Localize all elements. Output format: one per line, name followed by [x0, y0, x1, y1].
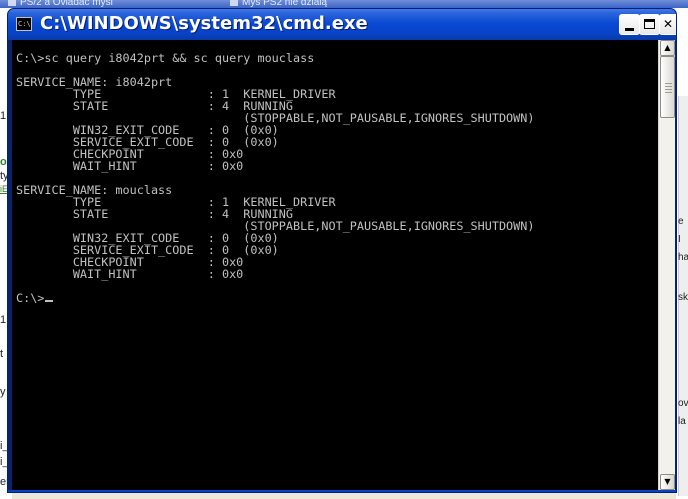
background-text-fragment: ov — [678, 398, 688, 409]
page-icon — [230, 0, 238, 7]
console-line: C:\>sc query i8042prt && sc query moucla… — [16, 51, 315, 65]
background-tab-label: Myš PS2 nie dzialą — [242, 0, 328, 8]
window-title: C:\WINDOWS\system32\cmd.exe — [40, 13, 368, 34]
background-text-fragment: 1 — [0, 314, 7, 326]
background-text-fragment: y — [0, 386, 6, 398]
background-text-fragment: la — [678, 416, 686, 427]
background-text-fragment: I — [678, 234, 681, 245]
close-icon: ✕ — [662, 17, 674, 31]
vertical-scrollbar[interactable]: ▲ ▼ — [658, 40, 675, 490]
text-cursor — [45, 300, 54, 302]
grip-line — [665, 86, 672, 87]
background-tab[interactable]: Myš PS2 nie dzialą — [230, 0, 327, 8]
scroll-thumb[interactable] — [660, 56, 675, 118]
scroll-up-button[interactable]: ▲ — [660, 40, 675, 56]
console-line: WAIT_HINT : 0x0 — [16, 159, 244, 173]
maximize-button[interactable] — [639, 14, 660, 35]
console-area[interactable]: C:\>sc query i8042prt && sc query moucla… — [12, 40, 658, 490]
arrow-up-icon: ▲ — [664, 43, 671, 52]
background-text-fragment: e — [678, 216, 684, 227]
grip-line — [665, 92, 672, 93]
background-tab[interactable]: PS/2 a Ovladač myši — [8, 0, 113, 8]
prompt-line: C:\> — [16, 292, 534, 304]
background-tab-label: PS/2 a Ovladač myši — [20, 0, 113, 8]
cmd-window: C:\ C:\WINDOWS\system32\cmd.exe ✕ C:\>sc… — [7, 8, 677, 493]
maximize-icon — [644, 19, 655, 29]
grip-line — [665, 83, 672, 84]
minimize-button[interactable] — [619, 14, 640, 35]
minimize-icon — [625, 28, 634, 31]
background-text-fragment: sk — [678, 292, 688, 303]
console-line: WAIT_HINT : 0x0 — [16, 267, 244, 281]
page-icon — [8, 0, 16, 7]
background-browser-tabbar: PS/2 a Ovladač myši Myš PS2 nie dzialą — [0, 0, 688, 8]
background-page-right: e I ha sk ov la — [676, 8, 688, 499]
scroll-down-button[interactable]: ▼ — [660, 474, 675, 490]
arrow-down-icon: ▼ — [664, 477, 671, 486]
close-button[interactable]: ✕ — [659, 14, 676, 35]
console-icon[interactable]: C:\ — [16, 17, 32, 31]
background-text-fragment: 1 — [0, 110, 7, 122]
background-text-fragment: ha — [678, 252, 688, 263]
console-output: C:\>sc query i8042prt && sc query moucla… — [16, 52, 534, 304]
title-bar[interactable]: C:\ C:\WINDOWS\system32\cmd.exe ✕ — [8, 9, 676, 40]
window-bottom-border — [8, 490, 676, 492]
grip-line — [665, 89, 672, 90]
